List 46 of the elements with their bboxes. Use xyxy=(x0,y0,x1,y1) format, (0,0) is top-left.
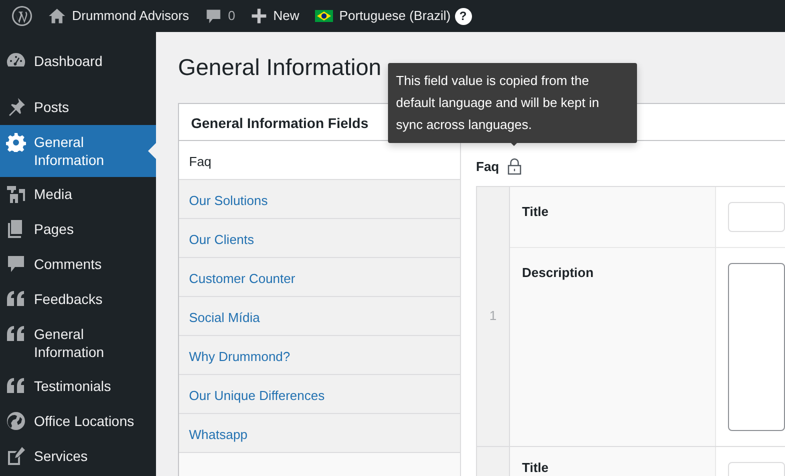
flag-icon xyxy=(315,10,334,22)
sidebar-item[interactable]: Dashboard xyxy=(0,44,156,79)
site-name-link[interactable]: Drummond Advisors xyxy=(72,6,190,26)
comment-icon xyxy=(205,8,222,24)
quote-icon xyxy=(6,376,26,396)
quote-icon xyxy=(6,324,26,344)
tab[interactable]: Our Unique Differences xyxy=(179,375,460,414)
field-label: Faq xyxy=(476,158,500,176)
sidebar-item[interactable]: Office Locations xyxy=(0,404,156,439)
field-label: Title xyxy=(510,186,716,246)
lock-icon[interactable] xyxy=(507,158,522,176)
quote-icon xyxy=(6,289,26,309)
plus-icon xyxy=(251,8,268,24)
comment-icon xyxy=(6,254,26,274)
tab[interactable]: Customer Counter xyxy=(179,258,460,297)
tab[interactable]: Why Drummond? xyxy=(179,336,460,375)
sidebar-item[interactable]: Feedbacks xyxy=(0,282,156,317)
sidebar-item[interactable]: General Information xyxy=(0,317,156,369)
wordpress-logo-icon[interactable] xyxy=(12,6,32,26)
tooltip: This field value is copied from the default language and will be kept in sync across languages. xyxy=(388,63,637,143)
field-label: Title xyxy=(510,446,716,476)
tab[interactable]: Our Solutions xyxy=(179,180,460,219)
tab[interactable]: Faq xyxy=(179,141,460,180)
language-switcher[interactable]: Portuguese (Brazil) xyxy=(339,6,451,26)
text-input[interactable] xyxy=(728,202,785,232)
tab[interactable]: Our Clients xyxy=(179,219,460,258)
row-handle: 1 xyxy=(477,186,510,446)
sidebar-item[interactable]: Comments xyxy=(0,247,156,282)
help-icon[interactable]: ? xyxy=(454,8,472,24)
textarea-input[interactable] xyxy=(728,262,785,430)
page-title: General Information xyxy=(178,53,382,82)
globe-icon xyxy=(6,411,26,431)
sidebar-item[interactable]: Services xyxy=(0,439,156,474)
edit-icon xyxy=(6,446,26,466)
sidebar-item[interactable]: Media xyxy=(0,177,156,212)
sidebar-item[interactable]: Posts xyxy=(0,90,156,125)
gear-icon xyxy=(6,132,26,152)
new-link[interactable]: New xyxy=(273,6,300,26)
sidebar-item[interactable]: Pages xyxy=(0,212,156,247)
tab[interactable]: Whatsapp xyxy=(179,414,460,453)
tab[interactable]: Social Mídia xyxy=(179,297,460,336)
home-icon xyxy=(48,7,66,25)
sidebar-item[interactable]: Testimonials xyxy=(0,369,156,404)
comment-count[interactable]: 0 xyxy=(228,6,236,26)
sidebar-item[interactable]: General Information xyxy=(0,125,156,177)
field-label: Description xyxy=(510,248,716,446)
